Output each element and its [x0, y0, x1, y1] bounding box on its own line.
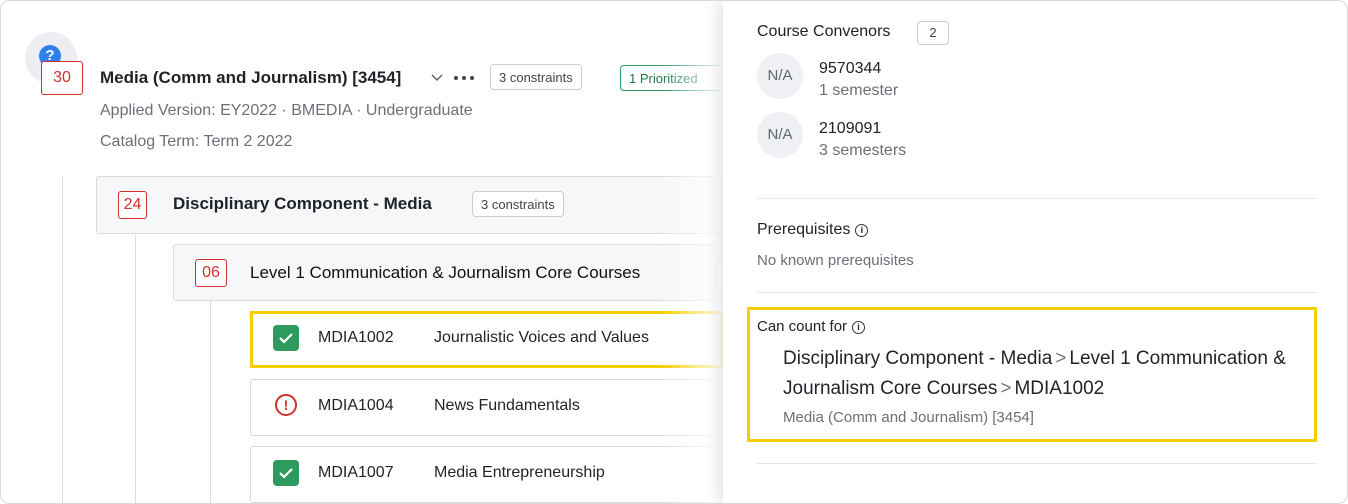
app-frame: ? 30 Media (Comm and Journalism) [3454] …	[0, 0, 1348, 504]
course-row[interactable]: MDIA1007 Media Entrepreneurship	[250, 446, 723, 503]
panel-edge-fade	[661, 1, 723, 503]
highlight-can-count	[747, 307, 1317, 442]
component-title: Disciplinary Component - Media	[173, 194, 432, 213]
program-badge: 30	[41, 61, 83, 95]
applied-version: Applied Version: EY2022 · BMEDIA · Under…	[100, 102, 473, 119]
alert-icon: !	[275, 394, 297, 416]
course-code: MDIA1007	[318, 464, 394, 481]
component-badge: 24	[118, 191, 147, 219]
divider	[757, 292, 1317, 293]
convenor-semesters: 1 semester	[819, 82, 899, 99]
more-icon[interactable]	[453, 75, 475, 81]
program-constraints-chip[interactable]: 3 constraints	[490, 64, 582, 90]
prerequisites-label: Prerequisites	[757, 221, 851, 238]
course-name: News Fundamentals	[434, 397, 580, 414]
course-detail-panel: Course Convenors 2 N/A 9570344 1 semeste…	[723, 1, 1347, 503]
highlight-selected-course	[250, 311, 723, 368]
prerequisites-heading: Prerequisites i	[757, 221, 869, 239]
chevron-down-icon[interactable]	[431, 73, 443, 83]
divider	[757, 463, 1317, 464]
convenors-label: Course Convenors	[757, 23, 891, 40]
component-constraints-chip[interactable]: 3 constraints	[472, 191, 564, 217]
tree-line	[210, 301, 211, 503]
component-card[interactable]: 24 Disciplinary Component - Media 3 cons…	[96, 176, 723, 234]
avatar: N/A	[757, 53, 803, 99]
subcomponent-card[interactable]: 06 Level 1 Communication & Journalism Co…	[173, 244, 723, 301]
program-title[interactable]: Media (Comm and Journalism) [3454]	[100, 68, 401, 88]
avatar: N/A	[757, 112, 803, 158]
subcomponent-badge: 06	[195, 259, 227, 287]
catalog-term: Catalog Term: Term 2 2022	[100, 133, 293, 150]
tree-line	[62, 176, 63, 503]
divider	[757, 198, 1317, 199]
check-icon	[273, 460, 299, 486]
tree-line	[135, 235, 136, 503]
convenor-semesters: 3 semesters	[819, 142, 907, 159]
info-icon[interactable]: i	[855, 224, 869, 237]
convenor-id: 9570344	[819, 60, 882, 77]
subcomponent-title: Level 1 Communication & Journalism Core …	[250, 263, 641, 282]
prerequisites-value: No known prerequisites	[757, 252, 914, 269]
course-name: Media Entrepreneurship	[434, 464, 605, 481]
course-code: MDIA1004	[318, 397, 394, 414]
requirements-tree: ? 30 Media (Comm and Journalism) [3454] …	[1, 1, 723, 503]
convenors-count: 2	[917, 21, 949, 45]
convenor-id: 2109091	[819, 120, 882, 137]
course-row[interactable]: ! MDIA1004 News Fundamentals	[250, 379, 723, 436]
